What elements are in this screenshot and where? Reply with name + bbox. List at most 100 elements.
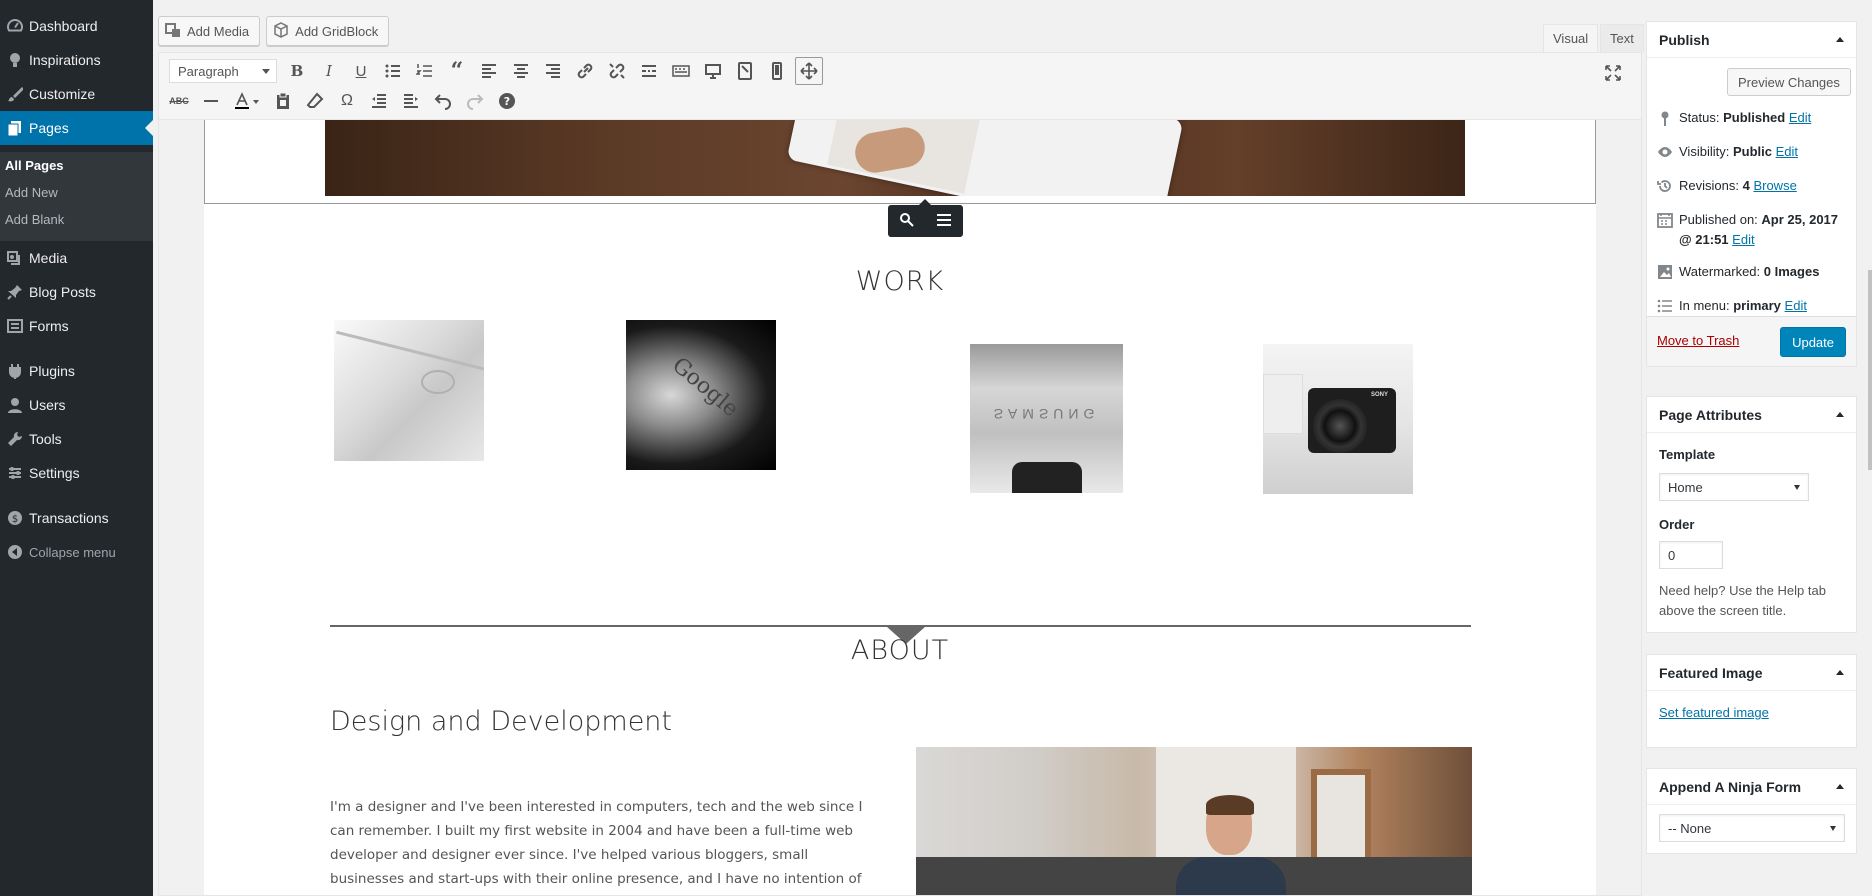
preview-changes-button[interactable]: Preview Changes <box>1727 68 1851 96</box>
order-input[interactable]: 0 <box>1659 541 1723 569</box>
menu-item-plugins[interactable]: Plugins <box>0 354 153 388</box>
menu-item-media[interactable]: Media <box>0 241 153 275</box>
menu-item-inspirations[interactable]: Inspirations <box>0 43 153 77</box>
page-scrollbar[interactable] <box>1868 270 1872 470</box>
tablet-preview-button[interactable] <box>729 57 761 85</box>
keyboard-shortcuts-button[interactable]: ? <box>491 87 523 115</box>
set-featured-image-link[interactable]: Set featured image <box>1659 705 1769 720</box>
publish-actions: Move to Trash Update <box>1647 316 1856 366</box>
underline-button[interactable]: U <box>345 57 377 85</box>
text-color-icon <box>235 92 259 109</box>
italic-button[interactable]: I <box>313 57 345 85</box>
format-select[interactable]: Paragraph <box>169 59 277 83</box>
outdent-icon <box>372 94 386 108</box>
work-image-samsung[interactable]: SAMSUNG <box>970 344 1123 493</box>
redo-button[interactable] <box>459 87 491 115</box>
menu-item-transactions[interactable]: $ Transactions <box>0 501 153 535</box>
omega-icon: Ω <box>341 92 353 109</box>
order-input-value: 0 <box>1668 547 1676 563</box>
indent-button[interactable] <box>395 87 427 115</box>
visibility-row: Visibility: Public Edit <box>1657 142 1853 162</box>
work-image-power[interactable] <box>334 320 484 461</box>
submenu-all-pages[interactable]: All Pages <box>5 158 64 173</box>
selected-image-frame[interactable] <box>204 120 1596 204</box>
menu-item-dashboard[interactable]: Dashboard <box>0 9 153 43</box>
published-row: Published on: Apr 25, 2017 @ 21:51 Edit <box>1657 210 1853 250</box>
align-left-button[interactable] <box>473 57 505 85</box>
paste-text-button[interactable] <box>267 87 299 115</box>
edit-menu-link[interactable]: Edit <box>1785 298 1807 313</box>
horizontal-line-icon <box>204 100 218 102</box>
search-icon[interactable] <box>899 212 915 231</box>
page-attributes-header[interactable]: Page Attributes <box>1647 397 1856 433</box>
numbered-list-icon <box>416 64 432 77</box>
align-center-button[interactable] <box>505 57 537 85</box>
about-heading: Design and Development <box>330 706 673 737</box>
bullet-list-button[interactable] <box>377 57 409 85</box>
phone-preview-button[interactable] <box>761 57 793 85</box>
insert-link-button[interactable] <box>569 57 601 85</box>
move-to-trash-link[interactable]: Move to Trash <box>1657 333 1739 348</box>
strikethrough-icon: ABC <box>169 96 189 106</box>
work-image-google[interactable]: Google <box>626 320 776 470</box>
menu-item-pages[interactable]: Pages <box>0 111 153 145</box>
numbered-list-button[interactable] <box>409 57 441 85</box>
menu-icon[interactable] <box>936 212 952 231</box>
strikethrough-button[interactable]: ABC <box>163 87 195 115</box>
revisions-row: Revisions: 4 Browse <box>1657 176 1853 196</box>
menu-label: Settings <box>29 465 80 481</box>
outdent-button[interactable] <box>363 87 395 115</box>
featured-image-header[interactable]: Featured Image <box>1647 655 1856 691</box>
tab-text[interactable]: Text <box>1600 24 1644 52</box>
edit-date-link[interactable]: Edit <box>1732 232 1754 247</box>
update-button[interactable]: Update <box>1780 327 1846 357</box>
ninja-form-select[interactable]: -- None <box>1659 814 1845 842</box>
menu-item-customize[interactable]: Customize <box>0 77 153 111</box>
publish-box-header[interactable]: Publish <box>1647 22 1856 58</box>
list-icon <box>1657 299 1672 313</box>
editor-content[interactable]: WORK Google SAMSUNG SONY ABOUT Design an… <box>204 120 1596 895</box>
distraction-free-button[interactable] <box>1597 59 1629 87</box>
special-character-button[interactable]: Ω <box>331 87 363 115</box>
work-image-camera[interactable]: SONY <box>1263 344 1413 494</box>
about-photo[interactable] <box>916 747 1472 895</box>
menu-item-blog-posts[interactable]: Blog Posts <box>0 275 153 309</box>
ninja-form-select-value: -- None <box>1668 820 1712 836</box>
collapse-arrow-icon[interactable] <box>1836 412 1844 417</box>
bold-button[interactable]: B <box>281 57 313 85</box>
svg-text:?: ? <box>504 95 510 108</box>
collapse-menu-button[interactable]: Collapse menu <box>0 535 153 569</box>
add-media-button[interactable]: Add Media <box>158 16 261 46</box>
menu-item-forms[interactable]: Forms <box>0 309 153 343</box>
menu-item-users[interactable]: Users <box>0 388 153 422</box>
tab-visual[interactable]: Visual <box>1543 24 1599 52</box>
submenu-add-new[interactable]: Add New <box>5 185 58 200</box>
edit-visibility-link[interactable]: Edit <box>1776 144 1798 159</box>
menu-item-settings[interactable]: Settings <box>0 456 153 490</box>
horizontal-line-button[interactable] <box>195 87 227 115</box>
browse-revisions-link[interactable]: Browse <box>1753 178 1796 193</box>
menu-item-tools[interactable]: Tools <box>0 422 153 456</box>
read-more-button[interactable] <box>633 57 665 85</box>
align-right-button[interactable] <box>537 57 569 85</box>
move-button[interactable] <box>795 57 823 85</box>
text-color-button[interactable] <box>227 87 267 115</box>
blockquote-button[interactable]: “ <box>441 57 473 85</box>
add-gridblock-button[interactable]: Add GridBlock <box>266 16 390 46</box>
keyboard-icon <box>672 65 690 77</box>
edit-status-link[interactable]: Edit <box>1789 110 1811 125</box>
clear-formatting-button[interactable] <box>299 87 331 115</box>
hero-image[interactable] <box>325 120 1465 196</box>
submenu-add-blank[interactable]: Add Blank <box>5 212 64 227</box>
google-logo-text: Google <box>667 352 744 423</box>
collapse-arrow-icon[interactable] <box>1836 670 1844 675</box>
image-icon <box>1658 265 1672 279</box>
collapse-arrow-icon[interactable] <box>1836 784 1844 789</box>
collapse-arrow-icon[interactable] <box>1836 37 1844 42</box>
template-select[interactable]: Home <box>1659 473 1809 501</box>
ninja-form-header[interactable]: Append A Ninja Form <box>1647 769 1856 805</box>
desktop-preview-button[interactable] <box>697 57 729 85</box>
undo-button[interactable] <box>427 87 459 115</box>
remove-link-button[interactable] <box>601 57 633 85</box>
toolbar-toggle-button[interactable] <box>665 57 697 85</box>
